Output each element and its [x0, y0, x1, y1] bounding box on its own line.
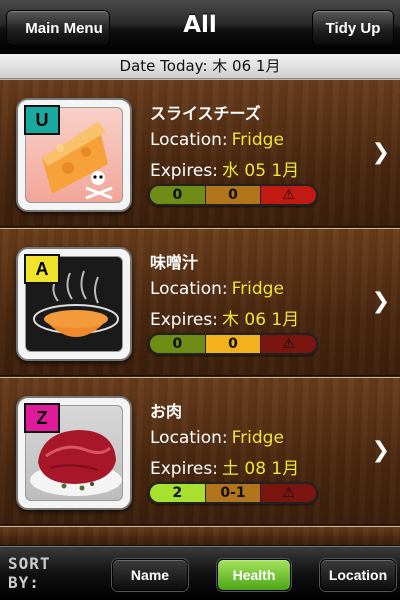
health-meter: 0 0 ⚠ [148, 333, 318, 355]
expires-label: Expires: [150, 161, 218, 181]
meter-good: 2 [150, 484, 205, 502]
location-value: Fridge [231, 279, 284, 299]
location-line: Location: Fridge [150, 130, 284, 150]
location-line: Location: Fridge [150, 428, 284, 448]
food-list: U スライスチーズ Location: Fridge Expires: 水 05 1… [0, 79, 400, 546]
expires-line: Expires: 土 08 1月 [150, 454, 299, 479]
status-badge: U [24, 105, 60, 135]
list-item-meat[interactable]: Z お肉 Location: Fridge Expires: 土 08 1月 2 0… [0, 377, 400, 525]
expires-label: Expires: [150, 459, 218, 479]
meter-caution: 0 [204, 335, 261, 353]
meter-good: 0 [150, 186, 205, 204]
status-badge: A [24, 254, 60, 284]
warning-icon: ⚠ [260, 186, 316, 204]
location-label: Location: [150, 428, 228, 448]
warning-icon: ⚠ [260, 335, 316, 353]
location-label: Location: [150, 279, 228, 299]
meter-caution: 0 [204, 186, 261, 204]
status-badge: Z [24, 403, 60, 433]
location-line: Location: Fridge [150, 279, 284, 299]
meter-good: 0 [150, 335, 205, 353]
list-item-cheese[interactable]: U スライスチーズ Location: Fridge Expires: 水 05 1… [0, 79, 400, 227]
item-name: お肉 [150, 402, 183, 421]
list-item-partial [0, 526, 400, 546]
chevron-right-icon[interactable]: ❯ [372, 140, 390, 165]
sort-name-button[interactable]: Name [112, 559, 188, 591]
chevron-right-icon[interactable]: ❯ [372, 289, 390, 314]
list-item-miso-soup[interactable]: A 味噌汁 Location: Fridge Expires: 木 06 1月 0 … [0, 228, 400, 376]
expires-value: 土 08 1月 [221, 459, 300, 479]
location-value: Fridge [231, 428, 284, 448]
expires-value: 水 05 1月 [221, 161, 300, 181]
chevron-right-icon[interactable]: ❯ [372, 438, 390, 463]
tidy-up-label: Tidy Up [325, 19, 381, 37]
navigation-bar: Main Menu All Tidy Up [0, 0, 400, 54]
expires-value: 木 06 1月 [221, 310, 300, 330]
warning-icon: ⚠ [260, 484, 316, 502]
location-value: Fridge [231, 130, 284, 150]
item-name: スライスチーズ [150, 104, 261, 123]
sort-health-button[interactable]: Health [217, 559, 291, 591]
expires-line: Expires: 木 06 1月 [150, 305, 299, 330]
meter-caution: 0-1 [204, 484, 261, 502]
expires-label: Expires: [150, 310, 218, 330]
date-today-bar: Date Today: 木 06 1月 [0, 54, 400, 79]
sort-bar: SORT BY: Name Health Location [0, 546, 400, 600]
sort-location-button[interactable]: Location [320, 559, 396, 591]
expires-line: Expires: 水 05 1月 [150, 156, 299, 181]
item-name: 味噌汁 [150, 253, 199, 272]
health-meter: 0 0 ⚠ [148, 184, 318, 206]
tidy-up-button[interactable]: Tidy Up [312, 10, 394, 46]
location-label: Location: [150, 130, 228, 150]
health-meter: 2 0-1 ⚠ [148, 482, 318, 504]
sort-by-label: SORT BY: [8, 554, 51, 592]
